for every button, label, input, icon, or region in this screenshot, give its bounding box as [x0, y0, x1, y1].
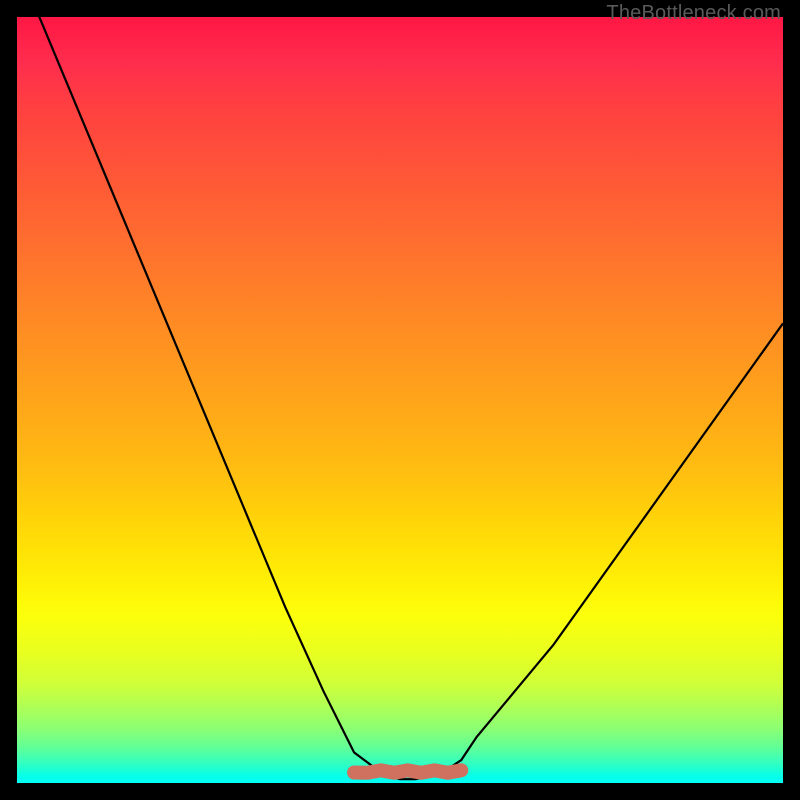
chart-svg: [17, 17, 783, 783]
bottleneck-curve: [17, 17, 783, 779]
plot-area: [17, 17, 783, 783]
flat-band: [354, 770, 461, 772]
watermark-text: TheBottleneck.com: [606, 2, 781, 25]
